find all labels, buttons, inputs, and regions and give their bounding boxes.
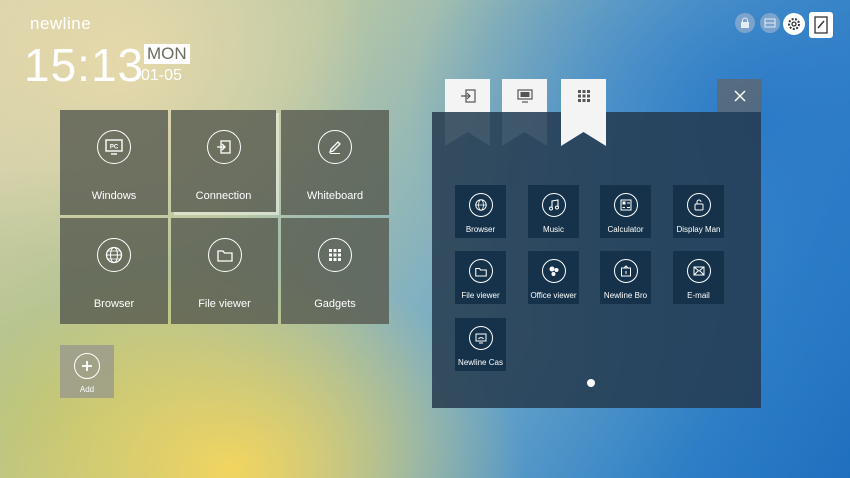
pc-icon: PC <box>97 130 131 164</box>
gadget-label: Office viewer <box>530 291 577 300</box>
tile-label: Connection <box>195 190 252 202</box>
tab-ribbon <box>445 112 490 146</box>
tile-label: Whiteboard <box>306 190 364 202</box>
globe-icon <box>97 238 131 272</box>
tile-gadgets[interactable]: Gadgets <box>281 218 389 324</box>
gadget-file-viewer[interactable]: File viewer <box>455 251 506 304</box>
tile-windows[interactable]: PC Windows <box>60 110 168 215</box>
tile-browser[interactable]: Browser <box>60 218 168 324</box>
music-icon <box>541 193 566 217</box>
annotation-icon[interactable] <box>809 12 833 38</box>
calculator-icon <box>613 193 638 217</box>
broadcast-icon <box>613 259 638 283</box>
add-label: Add <box>79 385 95 394</box>
gadget-label: Music <box>543 225 564 234</box>
page-indicator-dot[interactable] <box>587 379 595 387</box>
display-manager-icon <box>686 193 711 217</box>
clock-date: 01-05 <box>141 67 182 84</box>
display-tab[interactable] <box>502 79 547 112</box>
tile-connection[interactable]: Connection <box>171 110 276 212</box>
close-icon <box>733 89 746 102</box>
gadget-email[interactable]: E-mail <box>673 251 724 304</box>
folder-icon <box>207 238 242 272</box>
tile-label: File viewer <box>198 298 251 310</box>
gadget-calculator[interactable]: Calculator <box>600 185 651 238</box>
add-tile-button[interactable]: Add <box>60 345 114 398</box>
svg-text:PC: PC <box>110 145 119 151</box>
pen-icon <box>318 130 352 164</box>
tile-label: Windows <box>91 190 137 202</box>
gadget-label: Calculator <box>607 225 644 234</box>
clock-time: 15:13 <box>24 39 145 91</box>
brand-logo: newline <box>30 14 92 33</box>
clock-day: MON <box>144 44 190 64</box>
gadget-label: Newline Bro <box>603 291 648 300</box>
gadgets-tab[interactable] <box>561 79 606 112</box>
monitor-icon <box>516 88 533 103</box>
tile-whiteboard[interactable]: Whiteboard <box>281 110 389 215</box>
mail-icon <box>686 259 711 283</box>
globe-icon <box>468 193 493 217</box>
gadget-label: File viewer <box>461 291 500 300</box>
tray-icon[interactable] <box>760 13 780 33</box>
plus-icon <box>74 353 100 379</box>
gadget-newline-broadcast[interactable]: Newline Bro <box>600 251 651 304</box>
cast-icon <box>468 326 493 350</box>
tile-label: Gadgets <box>314 298 356 310</box>
folder-icon <box>468 259 493 283</box>
tile-file-viewer[interactable]: File viewer <box>171 218 278 324</box>
settings-gear-icon[interactable] <box>783 13 805 35</box>
gadget-label: Display Man <box>676 225 721 234</box>
input-icon <box>206 130 241 164</box>
gadget-newline-cast[interactable]: Newline Cas <box>455 318 506 371</box>
office-icon <box>541 259 566 283</box>
gadget-label: Browser <box>465 225 496 234</box>
gadget-browser[interactable]: Browser <box>455 185 506 238</box>
tab-ribbon <box>502 112 547 146</box>
tile-label: Browser <box>93 298 135 310</box>
gadget-display-manager[interactable]: Display Man <box>673 185 724 238</box>
close-button[interactable] <box>717 79 762 112</box>
gadget-label: E-mail <box>687 291 710 300</box>
gadget-office-viewer[interactable]: Office viewer <box>528 251 579 304</box>
lock-icon[interactable] <box>735 13 755 33</box>
grid-icon <box>577 89 590 102</box>
grid-icon <box>318 238 352 272</box>
input-icon <box>460 88 476 103</box>
gadget-music[interactable]: Music <box>528 185 579 238</box>
gadget-label: Newline Cas <box>458 358 503 367</box>
tab-ribbon-active <box>561 112 606 146</box>
input-tab[interactable] <box>445 79 490 112</box>
